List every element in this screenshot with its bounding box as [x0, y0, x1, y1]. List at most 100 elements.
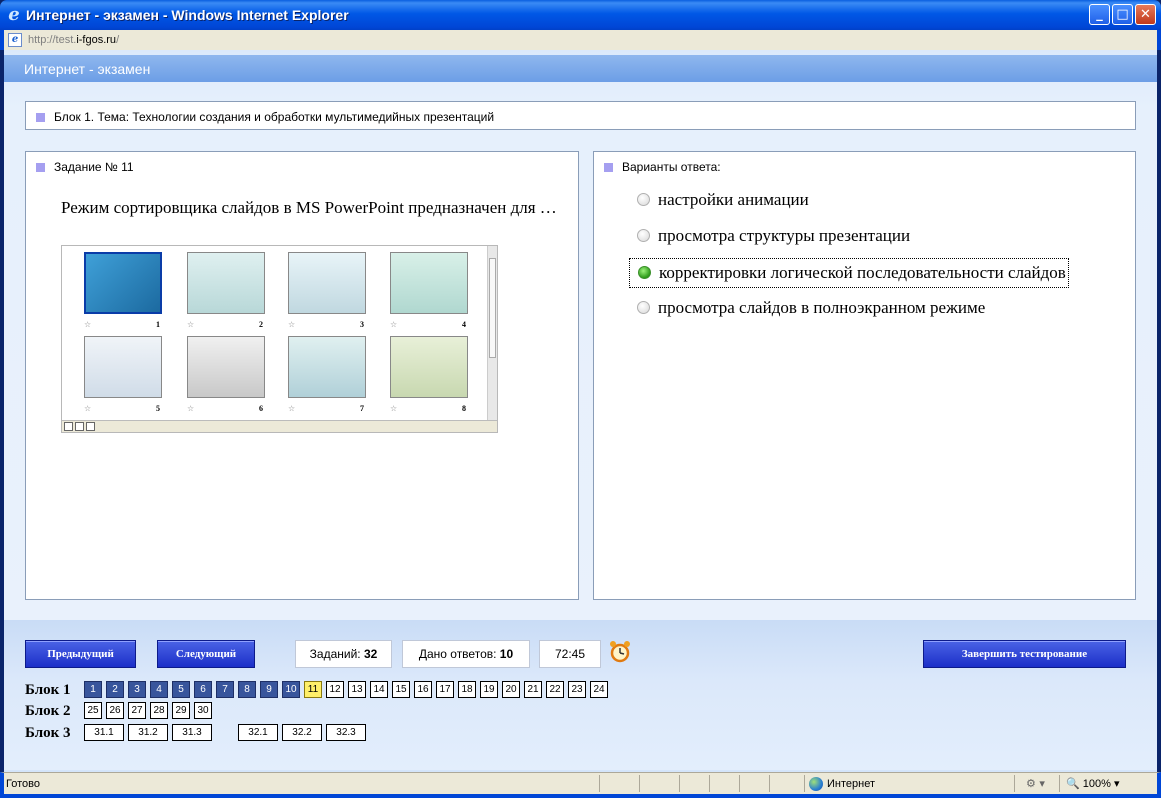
radio-selected-icon[interactable]: [638, 266, 651, 280]
question-cell[interactable]: 32.3: [326, 724, 366, 741]
block-label: Блок 3: [25, 725, 71, 741]
app-title: Интернет - экзамен: [24, 61, 151, 77]
view-buttons: [62, 420, 497, 432]
question-cell[interactable]: 6: [194, 681, 212, 698]
question-cell[interactable]: 16: [414, 681, 432, 698]
address-bar[interactable]: e http://test.i-fgos.ru/: [0, 30, 1161, 50]
status-text: Готово: [6, 778, 40, 790]
answer-option[interactable]: просмотра слайдов в полноэкранном режиме: [629, 294, 985, 324]
question-cell[interactable]: 10: [282, 681, 300, 698]
question-cell[interactable]: 15: [392, 681, 410, 698]
question-cell[interactable]: 13: [348, 681, 366, 698]
question-cell[interactable]: 27: [128, 702, 146, 719]
answer-option[interactable]: корректировки логической последовательно…: [629, 258, 1069, 288]
slide-thumbnail: [187, 252, 265, 314]
bullet-square-icon: [604, 163, 613, 173]
slide-transition-icon: ☆: [84, 404, 92, 413]
question-cell[interactable]: 7: [216, 681, 234, 698]
bullet-square-icon: [36, 163, 45, 173]
question-cell[interactable]: 19: [480, 681, 498, 698]
alarm-clock-icon: [610, 641, 630, 663]
block-topic-title: Блок 1. Тема: Технологии создания и обра…: [54, 110, 495, 124]
answers-panel: Варианты ответа: настройки анимации просм…: [593, 151, 1136, 600]
answer-label: настройки анимации: [658, 190, 809, 209]
task-number: Задание № 11: [54, 160, 134, 174]
slide-number: 7: [360, 404, 364, 413]
finish-test-button[interactable]: Завершить тестирование: [923, 640, 1126, 668]
slide-number: 4: [462, 320, 466, 329]
internet-explorer-icon: e: [8, 4, 20, 25]
zoom-level: 100%: [1082, 778, 1111, 790]
block-row: Блок 1 1 2 3 4 5 6 7 8 9 10 11 12 13 14 15 16 17 18 19 20 21 2…: [25, 681, 625, 699]
globe-icon: [809, 777, 823, 792]
slide-number: 8: [462, 404, 466, 413]
tasks-count-box: Заданий: 32: [295, 640, 392, 668]
task-panel: Задание № 11 Режим сортировщика слайдов …: [25, 151, 579, 600]
answer-label: корректировки логической последовательно…: [659, 263, 1066, 282]
question-cell[interactable]: 23: [568, 681, 586, 698]
slide-transition-icon: ☆: [390, 404, 398, 413]
question-cell[interactable]: 31.2: [128, 724, 168, 741]
question-cell[interactable]: 28: [150, 702, 168, 719]
window-title: Интернет - экзамен - Windows Internet Ex…: [26, 7, 349, 23]
question-cell[interactable]: 9: [260, 681, 278, 698]
answer-option[interactable]: просмотра структуры презентации: [629, 222, 910, 252]
question-cell[interactable]: 11: [304, 681, 322, 698]
answered-count-box: Дано ответов: 10: [402, 640, 530, 668]
radio-icon[interactable]: [637, 301, 650, 315]
protected-mode-icon[interactable]: ⚙ ▾: [1026, 777, 1045, 791]
slide-number: 3: [360, 320, 364, 329]
url-text[interactable]: http://test.i-fgos.ru/: [28, 33, 119, 47]
block-label: Блок 2: [25, 703, 71, 719]
slide-thumbnail: [390, 252, 468, 314]
answered-count: 10: [499, 647, 514, 661]
question-cell[interactable]: 32.1: [238, 724, 278, 741]
slide-sorter-image: 1 ☆ 2 ☆ 3 ☆ 4 ☆ 5 ☆ 6 ☆ 7 ☆ 8 ☆: [61, 245, 498, 433]
question-cell[interactable]: 12: [326, 681, 344, 698]
image-scrollbar: [487, 246, 497, 422]
question-cell[interactable]: 25: [84, 702, 102, 719]
question-cell[interactable]: 2: [106, 681, 124, 698]
minimize-button[interactable]: _: [1089, 4, 1110, 25]
slide-number: 2: [259, 320, 263, 329]
zone-label: Интернет: [827, 778, 875, 790]
zoom-control[interactable]: 🔍 100% ▾: [1066, 776, 1119, 792]
question-cell[interactable]: 21: [524, 681, 542, 698]
question-cell[interactable]: 5: [172, 681, 190, 698]
page-icon: e: [8, 33, 22, 47]
slide-transition-icon: ☆: [288, 320, 296, 329]
status-bar: Готово Интернет ⚙ ▾ 🔍 100% ▾: [0, 772, 1161, 798]
question-cell[interactable]: 31.1: [84, 724, 124, 741]
question-cell[interactable]: 31.3: [172, 724, 212, 741]
question-text: Режим сортировщика слайдов в MS PowerPoi…: [61, 198, 557, 217]
window-title-bar[interactable]: e Интернет - экзамен - Windows Internet …: [0, 0, 1161, 30]
previous-button[interactable]: Предыдущий: [25, 640, 136, 668]
security-zone[interactable]: Интернет: [809, 776, 875, 792]
question-cell[interactable]: 30: [194, 702, 212, 719]
close-button[interactable]: ✕: [1135, 4, 1156, 25]
question-cell[interactable]: 14: [370, 681, 388, 698]
question-cell[interactable]: 26: [106, 702, 124, 719]
question-cell[interactable]: 32.2: [282, 724, 322, 741]
radio-icon[interactable]: [637, 193, 650, 207]
tasks-count: 32: [363, 647, 378, 661]
maximize-button[interactable]: □: [1112, 4, 1133, 25]
question-cell[interactable]: 17: [436, 681, 454, 698]
question-cell[interactable]: 24: [590, 681, 608, 698]
block-topic-panel: Блок 1. Тема: Технологии создания и обра…: [25, 101, 1136, 130]
radio-icon[interactable]: [637, 229, 650, 243]
next-button[interactable]: Следующий: [157, 640, 255, 668]
question-cell[interactable]: 1: [84, 681, 102, 698]
slide-thumbnail: [288, 252, 366, 314]
question-cell[interactable]: 3: [128, 681, 146, 698]
question-cell[interactable]: 8: [238, 681, 256, 698]
question-cell[interactable]: 22: [546, 681, 564, 698]
answer-option[interactable]: настройки анимации: [629, 186, 809, 216]
question-cell[interactable]: 4: [150, 681, 168, 698]
question-cell[interactable]: 18: [458, 681, 476, 698]
question-cell[interactable]: 29: [172, 702, 190, 719]
slide-thumbnail: [84, 252, 162, 314]
slide-transition-icon: ☆: [288, 404, 296, 413]
slide-transition-icon: ☆: [187, 404, 195, 413]
question-cell[interactable]: 20: [502, 681, 520, 698]
